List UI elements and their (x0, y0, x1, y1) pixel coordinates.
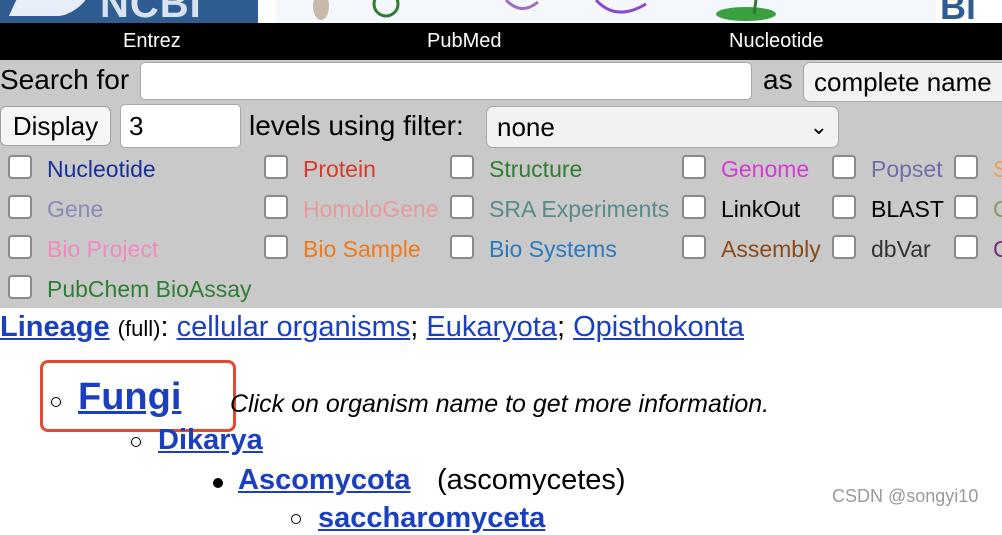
info-note: Click on organism name to get more infor… (230, 390, 770, 418)
checkbox-label-pubchem-bioassay[interactable]: PubChem BioAssay (47, 275, 252, 303)
highlight-annotation (40, 360, 236, 432)
lineage-separator: ; (556, 311, 566, 343)
as-label: as (763, 64, 793, 95)
levels-label: levels using filter: (249, 110, 464, 141)
checkbox-label-nucleotide[interactable]: Nucleotide (47, 155, 156, 183)
nav-entrez[interactable]: Entrez (123, 23, 181, 60)
checkbox-bio-project[interactable] (8, 235, 32, 259)
chevron-down-icon: ⌄ (809, 114, 828, 139)
filter-value: none (497, 112, 555, 142)
checkbox-label-homologene[interactable]: HomoloGene (303, 195, 439, 223)
taxon-dikarya[interactable]: Dikarya (158, 424, 263, 457)
checkbox-label-bio-systems[interactable]: Bio Systems (489, 235, 617, 263)
watermark: CSDN @songyi10 (832, 486, 979, 506)
name-mode-select[interactable]: complete name (803, 62, 1002, 102)
banner-illustration (276, 0, 936, 23)
nav-nucleotide[interactable]: Nucleotide (729, 23, 824, 60)
checkbox-assembly[interactable] (682, 235, 706, 259)
checkbox-dbvar[interactable] (832, 235, 856, 259)
checkbox-bio-sample[interactable] (264, 235, 288, 259)
checkbox-label-g[interactable]: G (993, 195, 1002, 223)
checkbox-structure[interactable] (450, 155, 474, 179)
lineage-item-cellular-organisms[interactable]: cellular organisms (177, 311, 411, 343)
lineage-qualifier: (full) (117, 316, 161, 341)
lineage-item-opisthokonta[interactable]: Opisthokonta (573, 311, 744, 343)
checkbox-blast[interactable] (832, 195, 856, 219)
search-input[interactable] (140, 62, 752, 100)
lineage-colon: : (160, 311, 169, 343)
checkbox-homologene[interactable] (264, 195, 288, 219)
checkbox-c[interactable] (954, 235, 978, 259)
checkbox-label-s[interactable]: S (993, 155, 1002, 183)
levels-input[interactable] (120, 104, 241, 148)
checkbox-label-popset[interactable]: Popset (871, 155, 943, 183)
taxon-common-name: (ascomycetes) (437, 464, 626, 496)
ncbi-logo[interactable]: NCBI (0, 0, 258, 23)
lineage-item-eukaryota[interactable]: Eukaryota (426, 311, 557, 343)
circle-bullet-icon (131, 437, 141, 447)
checkbox-sra-experiments[interactable] (450, 195, 474, 219)
display-button[interactable]: Display (0, 106, 111, 146)
checkbox-popset[interactable] (832, 155, 856, 179)
checkbox-label-blast[interactable]: BLAST (871, 195, 944, 223)
name-mode-value: complete name (814, 67, 992, 97)
checkbox-label-structure[interactable]: Structure (489, 155, 582, 183)
checkbox-label-bio-project[interactable]: Bio Project (47, 235, 158, 263)
checkbox-pubchem-bioassay[interactable] (8, 275, 32, 299)
nav-pubmed[interactable]: PubMed (427, 23, 502, 60)
checkbox-g[interactable] (954, 195, 978, 219)
checkbox-label-c[interactable]: C (993, 235, 1002, 263)
checkbox-label-genome[interactable]: Genome (721, 155, 809, 183)
circle-bullet-icon (291, 514, 301, 524)
checkbox-nucleotide[interactable] (8, 155, 32, 179)
disc-bullet-icon (213, 478, 223, 488)
checkbox-bio-systems[interactable] (450, 235, 474, 259)
checkbox-label-bio-sample[interactable]: Bio Sample (303, 235, 421, 263)
banner-right-text: Bi (940, 0, 976, 23)
checkbox-linkout[interactable] (682, 195, 706, 219)
checkbox-label-sra-experiments[interactable]: SRA Experiments (489, 195, 669, 223)
checkbox-genome[interactable] (682, 155, 706, 179)
checkbox-gene[interactable] (8, 195, 32, 219)
checkbox-label-linkout[interactable]: LinkOut (721, 195, 800, 223)
checkbox-label-dbvar[interactable]: dbVar (871, 235, 931, 263)
checkbox-label-gene[interactable]: Gene (47, 195, 103, 223)
ncbi-banner: NCBI Bi (0, 0, 1002, 23)
checkbox-s[interactable] (954, 155, 978, 179)
banner-organisms-icon (313, 0, 776, 21)
logo-swoosh-icon (8, 0, 90, 16)
top-nav: Entrez PubMed Nucleotide (0, 23, 1002, 60)
lineage-line: Lineage (full): cellular organisms; Euka… (0, 308, 744, 348)
lineage-separator: ; (410, 311, 419, 343)
taxon-ascomycota[interactable]: Ascomycota (238, 464, 410, 497)
lineage-link[interactable]: Lineage (0, 311, 110, 343)
search-for-label: Search for (0, 64, 130, 95)
checkbox-label-protein[interactable]: Protein (303, 155, 376, 183)
taxon-saccharomyceta[interactable]: saccharomyceta (318, 502, 545, 535)
checkbox-protein[interactable] (264, 155, 288, 179)
logo-text: NCBI (100, 0, 202, 23)
checkbox-label-assembly[interactable]: Assembly (721, 235, 821, 263)
filter-select[interactable]: none ⌄ (486, 106, 839, 148)
